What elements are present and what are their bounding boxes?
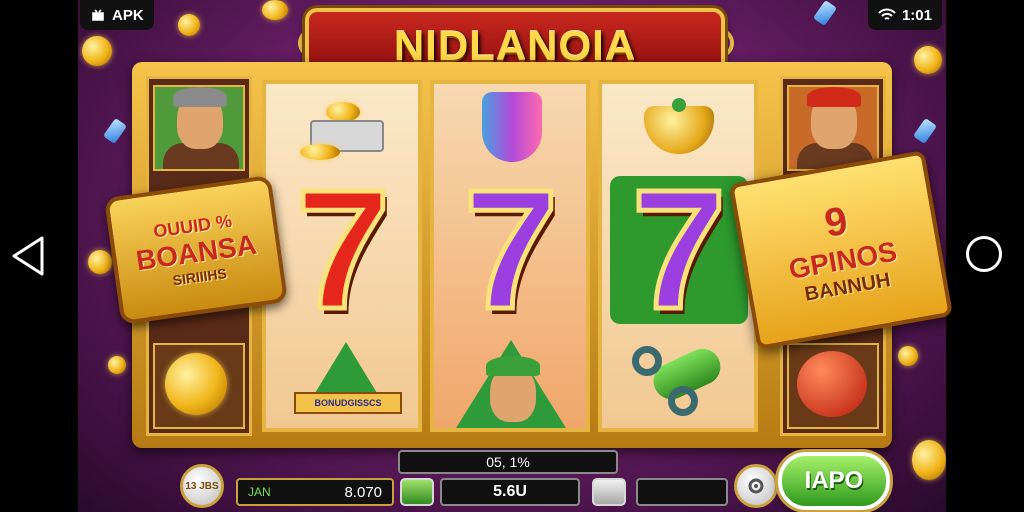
gem-decoration [812, 0, 838, 27]
spins-count: 9 [821, 198, 851, 247]
coin-decoration [912, 440, 946, 480]
wheel-icon [668, 386, 698, 416]
info-button[interactable]: 13 JBS [180, 464, 224, 508]
apk-label: APK [112, 6, 144, 24]
helmet-tile [787, 343, 879, 429]
green-tube-symbol [632, 342, 728, 416]
time-chip: 1:01 [867, 0, 942, 30]
balance-label: JAN [248, 485, 271, 499]
system-navbar-left [0, 0, 78, 512]
system-navbar-right [946, 0, 1024, 512]
ticket-triangle-icon [312, 342, 380, 398]
coin-decoration [82, 36, 112, 66]
seven-symbol: 7 [293, 155, 393, 345]
dollar-coin-icon [165, 353, 227, 415]
magnet-icon [482, 92, 542, 162]
bonus-ticket-symbol: BONUDGISSCS [294, 342, 402, 422]
character-hair [173, 87, 227, 107]
coin-tile [153, 343, 245, 429]
settings-button[interactable] [734, 464, 778, 508]
reel-3: 7 [598, 80, 758, 432]
coin-decoration [914, 46, 942, 74]
red-bandana [807, 87, 861, 107]
gear-icon [748, 478, 764, 494]
clock-time: 1:01 [901, 6, 932, 24]
home-icon[interactable] [966, 236, 1002, 272]
bet-display: 5.6U [440, 478, 580, 506]
bet-increase-button[interactable] [592, 478, 626, 506]
coin-icon [326, 102, 360, 122]
bet-value: 5.6U [493, 483, 527, 500]
bonus-badge: OUUID % BOANSA SIRIIIHS [103, 174, 289, 326]
spin-label: IAPO [804, 467, 864, 494]
character-tile [787, 85, 879, 171]
character-portrait-symbol [456, 340, 566, 428]
coin-decoration [88, 250, 112, 274]
horseshoe-magnet-symbol [464, 92, 560, 162]
coin-decoration [262, 0, 288, 20]
reel-2: 7 [430, 80, 590, 432]
coin-decoration [108, 356, 126, 374]
wifi-icon [878, 8, 896, 20]
wheel-icon [632, 346, 662, 376]
android-icon [92, 9, 104, 21]
info-button-label: 13 JBS [185, 480, 219, 492]
seven-symbol: 7 [610, 163, 748, 338]
gem-decoration [102, 117, 128, 145]
free-spins-badge: 9 GPINOS BANNUH [728, 150, 954, 350]
top-value-display: 05, 1% [398, 450, 618, 474]
reel-1: 7 BONUDGISSCS [262, 80, 422, 432]
gem-on-pot-icon [672, 98, 686, 112]
spin-button[interactable]: IAPO [778, 452, 890, 510]
bet-decrease-button[interactable] [400, 478, 434, 506]
gem-decoration [912, 117, 938, 145]
pot-icon [644, 106, 714, 154]
balance-display: JAN 8.070 [236, 478, 394, 506]
win-display [636, 478, 728, 506]
top-value: 05, 1% [486, 454, 530, 470]
apk-chip: APK [80, 0, 154, 30]
seven-symbol: 7 [461, 155, 561, 345]
green-hair [486, 356, 540, 376]
bonus-ticket-label: BONUDGISSCS [294, 392, 402, 414]
character-tile [153, 85, 245, 171]
balance-value: 8.070 [344, 483, 382, 501]
coin-decoration [898, 346, 918, 366]
coin-decoration [178, 14, 200, 36]
back-icon[interactable] [10, 234, 46, 278]
helmet-icon [797, 351, 867, 417]
